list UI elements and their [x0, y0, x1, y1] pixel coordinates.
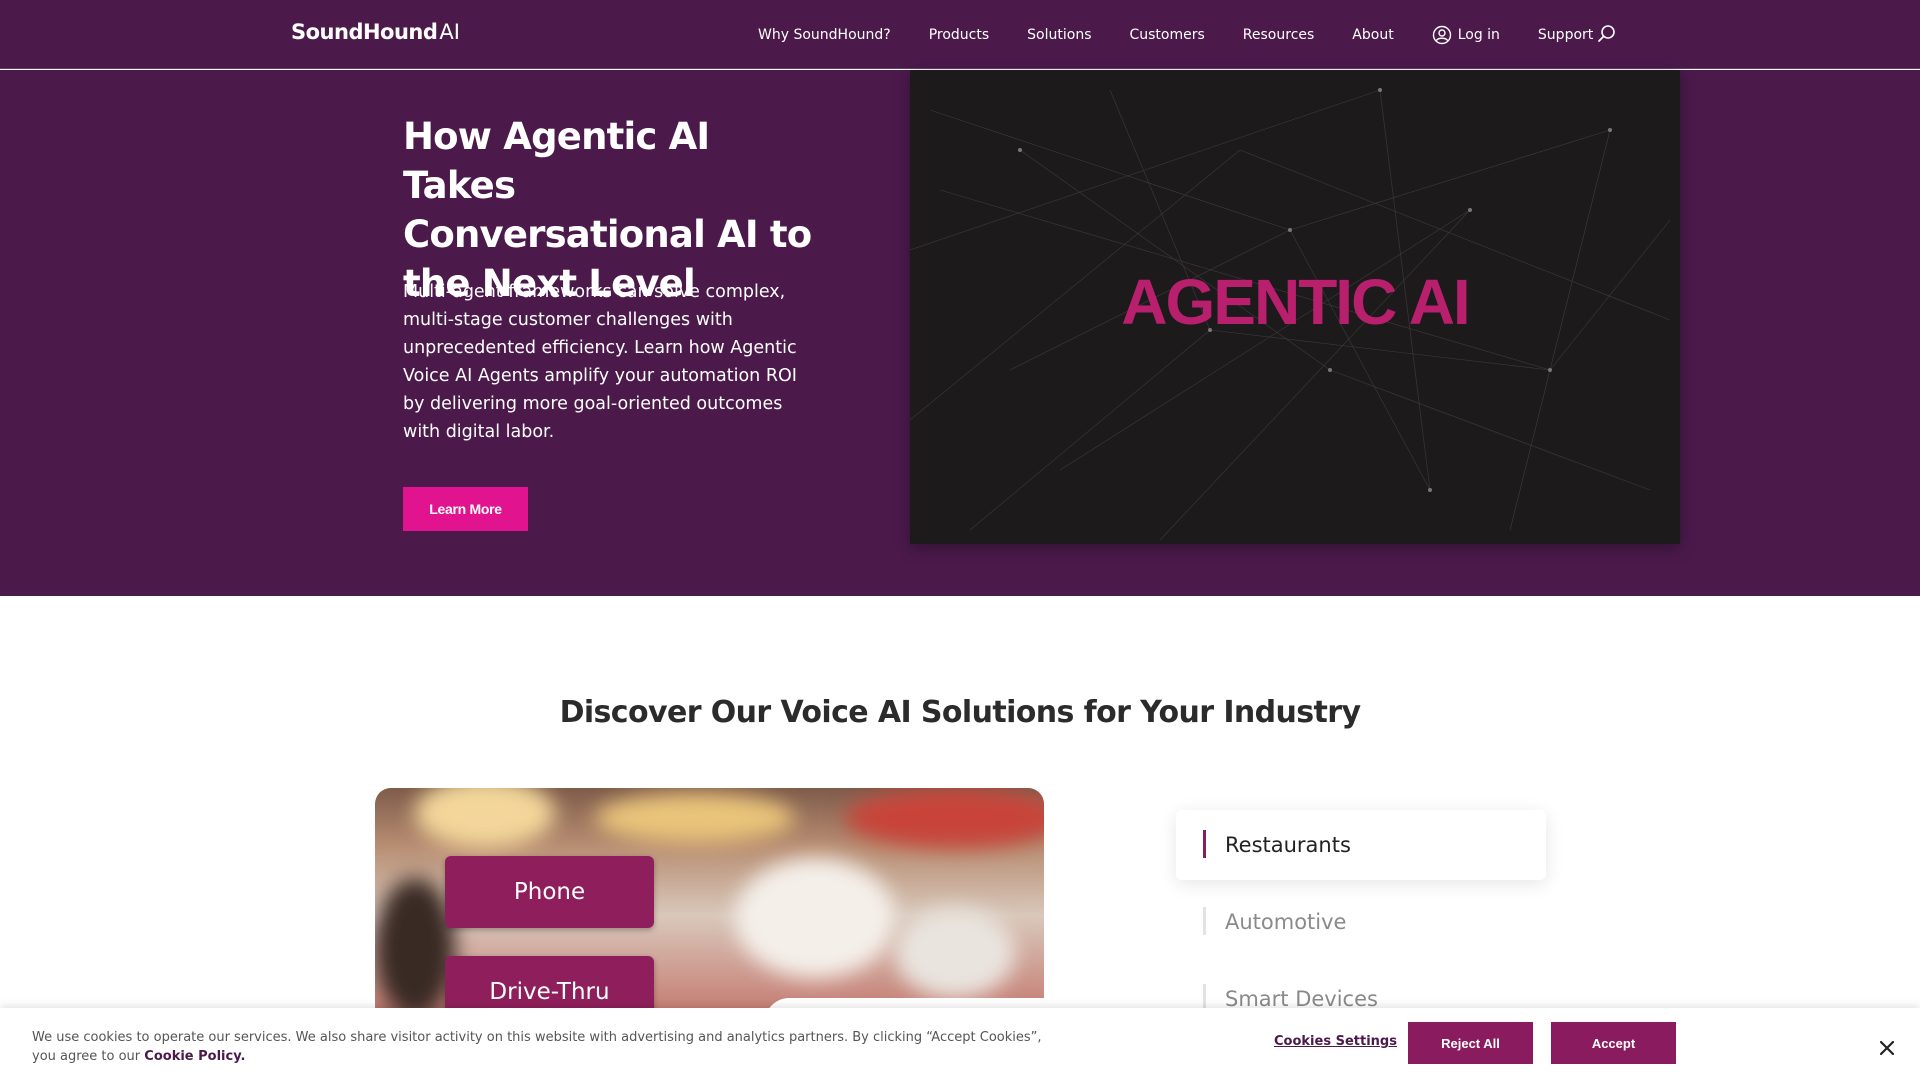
- industry-label: Automotive: [1225, 910, 1347, 934]
- nav-links: Why SoundHound? Products Solutions Custo…: [758, 0, 1631, 69]
- industry-item-restaurants[interactable]: Restaurants: [1176, 810, 1546, 880]
- indicator-bar: [1203, 830, 1206, 858]
- hero-section: How Agentic AI Takes Conversational AI t…: [0, 70, 1920, 596]
- hero-media-video[interactable]: AGENTIC AI: [910, 70, 1680, 544]
- hero-description: Multi-agent frameworks can solve complex…: [403, 282, 797, 442]
- nav-link-customers[interactable]: Customers: [1129, 27, 1204, 43]
- close-icon[interactable]: [1880, 1041, 1894, 1055]
- pill-phone[interactable]: Phone: [445, 856, 654, 928]
- nav-link-solutions[interactable]: Solutions: [1027, 27, 1091, 43]
- light-blob: [415, 788, 555, 848]
- cookie-banner: We use cookies to operate our services. …: [0, 1008, 1920, 1080]
- section-title: Discover Our Voice AI Solutions for Your…: [559, 695, 1361, 730]
- industry-list: Restaurants Automotive Smart Devices: [1176, 810, 1546, 1041]
- nav-link-resources[interactable]: Resources: [1243, 27, 1315, 43]
- user-circle-icon: [1432, 25, 1451, 44]
- cookie-policy-link[interactable]: Cookie Policy.: [144, 1049, 245, 1064]
- nav-link-products[interactable]: Products: [929, 27, 989, 43]
- logo-main-text: SoundHound: [291, 20, 438, 44]
- search-icon[interactable]: [1597, 24, 1617, 44]
- light-blob: [595, 793, 795, 843]
- indicator-bar: [1203, 907, 1206, 935]
- top-nav: SoundHound AI Why SoundHound? Products S…: [0, 0, 1920, 69]
- accept-button[interactable]: Accept: [1551, 1022, 1676, 1064]
- nav-link-support[interactable]: Support: [1538, 27, 1593, 43]
- nav-link-about[interactable]: About: [1352, 27, 1393, 43]
- light-blob: [895, 908, 1015, 998]
- industry-label: Restaurants: [1225, 833, 1351, 857]
- login-link[interactable]: Log in: [1432, 25, 1500, 45]
- agentic-ai-video-text: AGENTIC AI: [1121, 266, 1470, 338]
- cookies-settings-button[interactable]: Cookies Settings: [1274, 1034, 1397, 1049]
- light-blob: [845, 788, 1044, 848]
- reject-all-button[interactable]: Reject All: [1408, 1022, 1533, 1064]
- light-blob: [735, 858, 895, 978]
- logo-suffix-text: AI: [439, 20, 460, 44]
- nav-link-why-soundhound[interactable]: Why SoundHound?: [758, 27, 891, 43]
- restaurant-image: Phone Drive-Thru: [375, 788, 1044, 1020]
- cookie-text: We use cookies to operate our services. …: [32, 1028, 1052, 1066]
- soundhound-logo[interactable]: SoundHound AI: [291, 20, 460, 48]
- learn-more-button[interactable]: Learn More: [403, 487, 528, 531]
- industry-item-automotive[interactable]: Automotive: [1176, 887, 1546, 957]
- light-blob: [375, 878, 455, 1018]
- login-label: Log in: [1457, 26, 1500, 43]
